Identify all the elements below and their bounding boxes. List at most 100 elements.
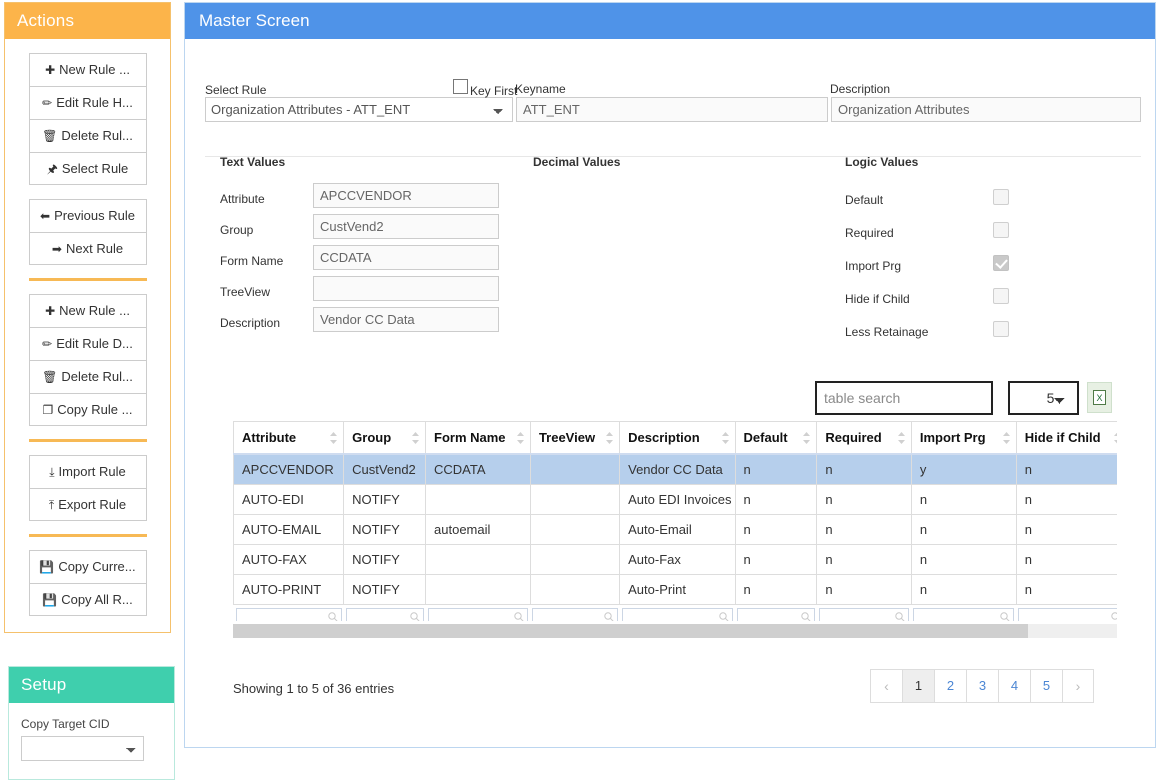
table-row[interactable]: AUTO-FAX NOTIFY Auto-Fax n n n n n: [233, 544, 1117, 575]
table-row[interactable]: APCCVENDOR CustVend2 CCDATA Vendor CC Da…: [233, 453, 1117, 485]
form-name-input[interactable]: [313, 245, 499, 270]
copy-rule-button[interactable]: ❐ Copy Rule ...: [28, 393, 147, 426]
treeview-input[interactable]: [313, 276, 499, 301]
pagination-page-5[interactable]: 5: [1030, 669, 1062, 703]
pagination-page-2[interactable]: 2: [934, 669, 966, 703]
page-length-select[interactable]: 5: [1008, 381, 1079, 415]
table-row[interactable]: AUTO-EDI NOTIFY Auto EDI Invoices n n n …: [233, 484, 1117, 515]
copy-all-rules-button[interactable]: 💾 Copy All R...: [28, 583, 147, 616]
cell-required: n: [816, 453, 912, 485]
copy-target-cid-select[interactable]: [21, 736, 144, 761]
cell-group: NOTIFY: [343, 514, 427, 545]
key-first-checkbox[interactable]: [453, 79, 468, 94]
table-toolbar: 5 X: [185, 381, 1155, 421]
sort-icon: [606, 431, 614, 444]
column-header-treeview[interactable]: TreeView: [529, 421, 621, 455]
cell-hide-if-child: n: [1015, 574, 1117, 605]
import-rule-button[interactable]: ⤓ Import Rule: [28, 455, 147, 488]
master-screen-panel: Master Screen Select Rule Organization A…: [184, 2, 1156, 748]
new-rule-header-button[interactable]: ✚ New Rule ...: [28, 53, 147, 86]
text-values-column: Text Values Attribute Group Form Name Tr…: [220, 155, 640, 338]
filter-input-required[interactable]: [818, 608, 910, 621]
filter-input-group[interactable]: [345, 608, 424, 621]
keyname-input[interactable]: [516, 97, 828, 122]
cell-import-prg: n: [910, 544, 1017, 575]
edit-rule-detail-button[interactable]: ✏ Edit Rule D...: [28, 327, 147, 360]
column-header-form-name[interactable]: Form Name: [425, 421, 531, 455]
cell-form-name: CCDATA: [425, 453, 531, 485]
cell-description: Auto-Print: [619, 574, 736, 605]
next-rule-label: Next Rule: [65, 241, 124, 256]
default-checkbox[interactable]: [993, 189, 1009, 205]
cell-required: n: [816, 574, 912, 605]
group-input[interactable]: [313, 214, 499, 239]
scrollbar-thumb[interactable]: [233, 624, 1028, 638]
filter-input-import-prg[interactable]: [913, 608, 1015, 621]
setup-panel-wrap: Setup Copy Target CID: [8, 666, 175, 780]
select-rule-label: Select Rule: [61, 161, 129, 176]
delete-rule-header-button[interactable]: 🗑 Delete Rul...: [28, 119, 147, 152]
select-rule-button[interactable]: 🖈 Select Rule: [28, 152, 147, 185]
select-rule-dropdown[interactable]: Organization Attributes - ATT_ENT: [205, 97, 513, 122]
table-info-showing: Showing 1 to 5 of 36 entries: [233, 681, 395, 696]
action-group-rule-header: ✚ New Rule ... ✏ Edit Rule H... 🗑 Delete Ru…: [28, 53, 147, 185]
less-retainage-checkbox[interactable]: [993, 321, 1009, 337]
pagination-page-1[interactable]: 1: [902, 669, 934, 703]
column-header-attribute[interactable]: Attribute: [233, 421, 345, 455]
select-rule-label: Select Rule: [205, 83, 267, 97]
trash-icon: 🗑: [42, 129, 58, 143]
edit-rule-header-button[interactable]: ✏ Edit Rule H...: [28, 86, 147, 119]
decimal-values-title: Decimal Values: [533, 155, 621, 169]
next-rule-button[interactable]: ➡ Next Rule: [28, 232, 147, 265]
new-rule-detail-button[interactable]: ✚ New Rule ...: [28, 294, 147, 327]
description-field-input[interactable]: [313, 307, 499, 332]
filter-cell-attribute: [233, 604, 344, 621]
filter-input-attribute[interactable]: [235, 608, 342, 621]
pagination-previous[interactable]: ‹: [870, 669, 902, 703]
table-header-row: Attribute Group Form Name TreeView Descr…: [233, 421, 1117, 455]
cell-hide-if-child: n: [1015, 544, 1117, 575]
pagination-page-4[interactable]: 4: [998, 669, 1030, 703]
excel-export-button[interactable]: X: [1087, 382, 1112, 413]
column-label-group: Group: [352, 430, 392, 445]
description-input[interactable]: [831, 97, 1141, 122]
sort-icon: [803, 431, 811, 444]
table-row[interactable]: AUTO-EMAIL NOTIFY autoemail Auto-Email n…: [233, 514, 1117, 545]
keyname-label: Keyname: [515, 82, 566, 96]
attribute-input[interactable]: [313, 183, 499, 208]
import-prg-checkbox[interactable]: [993, 255, 1009, 271]
logic-less-retainage: Less Retainage: [845, 315, 1045, 348]
filter-input-description[interactable]: [621, 608, 734, 621]
pagination-page-3[interactable]: 3: [966, 669, 998, 703]
cell-default: n: [734, 453, 818, 485]
table-horizontal-scrollbar[interactable]: [233, 624, 1117, 638]
cell-default: n: [734, 574, 818, 605]
sidebar: Actions ✚ New Rule ... ✏ Edit Rule H... 🗑 D…: [4, 2, 175, 780]
column-header-group[interactable]: Group: [343, 421, 427, 455]
group-label: Group: [220, 223, 254, 237]
filter-cell-import-prg: [911, 604, 1017, 621]
pagination-next[interactable]: ›: [1062, 669, 1094, 703]
filter-input-treeview[interactable]: [532, 608, 618, 621]
filter-input-form-name[interactable]: [427, 608, 529, 621]
sidebar-divider-3: [28, 534, 147, 537]
column-header-import-prg[interactable]: Import Prg: [910, 421, 1017, 455]
sort-icon: [1002, 431, 1010, 444]
filter-input-hide-if-child[interactable]: [1018, 608, 1117, 621]
column-header-hide-if-child[interactable]: Hide if Child: [1015, 421, 1117, 455]
delete-rule-detail-button[interactable]: 🗑 Delete Rul...: [28, 360, 147, 393]
cell-attribute: AUTO-EMAIL: [233, 514, 345, 545]
required-checkbox[interactable]: [993, 222, 1009, 238]
column-header-required[interactable]: Required: [816, 421, 912, 455]
field-form-name: Form Name: [220, 245, 640, 276]
copy-current-button[interactable]: 💾 Copy Curre...: [28, 550, 147, 583]
table-row[interactable]: AUTO-PRINT NOTIFY Auto-Print n n n n n: [233, 574, 1117, 605]
table-search-input[interactable]: [815, 381, 993, 415]
cell-description: Vendor CC Data: [619, 453, 736, 485]
export-rule-button[interactable]: ⤒ Export Rule: [28, 488, 147, 521]
previous-rule-button[interactable]: ⬅ Previous Rule: [28, 199, 147, 232]
column-header-default[interactable]: Default: [734, 421, 818, 455]
hide-if-child-checkbox[interactable]: [993, 288, 1009, 304]
filter-input-default[interactable]: [737, 608, 815, 621]
column-header-description[interactable]: Description: [619, 421, 736, 455]
